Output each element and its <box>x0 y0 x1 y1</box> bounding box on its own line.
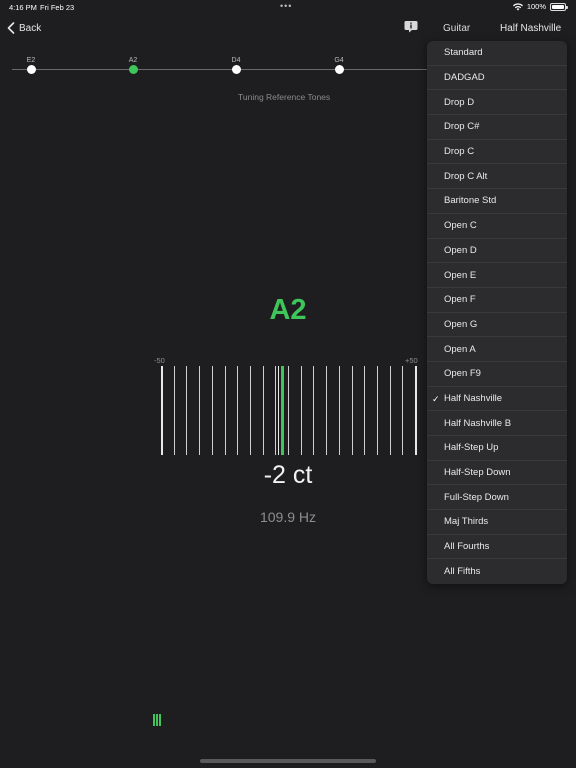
string-label-g4: G4 <box>334 57 344 64</box>
tuning-option-label: Half-Step Up <box>444 442 499 454</box>
meter-tick <box>199 366 201 455</box>
tuning-option[interactable]: Drop C <box>427 140 567 165</box>
meter-tick <box>351 366 353 455</box>
meter-tick <box>338 366 340 455</box>
meter-tick <box>211 366 213 455</box>
tuning-option-label: Full-Step Down <box>444 491 509 503</box>
tuning-option[interactable]: Open A <box>427 337 567 362</box>
tuning-option[interactable]: Open E <box>427 263 567 288</box>
tuning-option-label: Open G <box>444 318 478 330</box>
tuning-option-label: Standard <box>444 47 483 59</box>
reference-tones-label[interactable]: Tuning Reference Tones <box>238 92 330 102</box>
string-node-d4[interactable] <box>231 65 241 74</box>
meter-tick <box>275 366 277 455</box>
meter-tick <box>237 366 239 455</box>
meter-tick <box>326 366 328 455</box>
tuning-option-label: Drop C Alt <box>444 170 488 182</box>
tuning-option[interactable]: Standard <box>427 41 567 66</box>
meter-tick <box>173 366 175 455</box>
tuning-option-label: All Fourths <box>444 541 490 553</box>
tuning-option[interactable]: Drop C# <box>427 115 567 140</box>
tuning-option-label: Open A <box>444 343 476 355</box>
tuning-option[interactable]: Open G <box>427 313 567 338</box>
tuning-option[interactable]: Baritone Std <box>427 189 567 214</box>
string-label-a2: A2 <box>128 57 138 64</box>
tuning-option[interactable]: Half Nashville B <box>427 411 567 436</box>
meter-tick <box>313 366 315 455</box>
tuning-option-label: All Fifths <box>444 566 481 578</box>
meter-tick <box>288 366 289 455</box>
string-node-a2[interactable] <box>128 65 138 74</box>
tuning-option[interactable]: Maj Thirds <box>427 510 567 535</box>
tuning-option[interactable]: Open C <box>427 214 567 239</box>
wifi-icon <box>512 2 523 10</box>
tuning-option[interactable]: All Fifths <box>427 559 567 584</box>
tuning-option[interactable]: Open F9 <box>427 362 567 387</box>
string-label-d4: D4 <box>231 57 241 64</box>
tuning-option-label: Drop C# <box>444 121 480 133</box>
battery-percent: 100% <box>526 2 546 11</box>
info-icon[interactable] <box>404 20 418 33</box>
status-time: 4:16 PM <box>9 3 37 12</box>
tuning-option[interactable]: ✓ Half Nashville <box>427 387 567 412</box>
status-bar: 4:16 PM Fri Feb 23 ••• 100% <box>0 0 576 14</box>
tuning-option[interactable]: Drop D <box>427 90 567 116</box>
checkmark-icon: ✓ <box>432 393 440 404</box>
instrument-button[interactable]: Guitar <box>443 23 470 34</box>
tuning-option-label: Drop C <box>444 146 475 158</box>
meter-tick <box>224 366 226 455</box>
meter-max-label: +50 <box>405 356 418 365</box>
tuning-option-label: DADGAD <box>444 72 485 84</box>
string-node-e2[interactable] <box>26 65 36 74</box>
meter-tick <box>402 366 404 455</box>
meter-tick <box>376 366 378 455</box>
meter-tick <box>389 366 391 455</box>
meter-needle <box>281 366 285 455</box>
battery-icon <box>550 2 568 11</box>
string-node-g4[interactable] <box>334 65 344 74</box>
meter-tick <box>161 366 163 455</box>
chevron-left-icon <box>7 22 15 34</box>
tuning-option-label: Open F <box>444 294 476 306</box>
tuning-option-label: Half Nashville B <box>444 417 512 429</box>
string-label-e2: E2 <box>26 57 36 64</box>
tuning-option-label: Open D <box>444 244 477 256</box>
meter-min-label: -50 <box>154 356 165 365</box>
tuning-option[interactable]: Open F <box>427 288 567 313</box>
meter-needle-shadow <box>278 366 280 455</box>
home-indicator[interactable] <box>200 759 376 763</box>
meter-tick <box>249 366 251 455</box>
tuning-option[interactable]: Drop C Alt <box>427 164 567 190</box>
tuning-option-label: Half-Step Down <box>444 467 511 479</box>
tuning-option-label: Open F9 <box>444 368 481 380</box>
tuning-option-label: Open E <box>444 269 477 281</box>
tuning-option[interactable]: Open D <box>427 239 567 264</box>
tuning-option[interactable]: DADGAD <box>427 66 567 91</box>
tuning-option[interactable]: Half-Step Up <box>427 436 567 461</box>
meter-tick <box>415 366 417 455</box>
status-date: Fri Feb 23 <box>40 3 75 12</box>
tuning-option-label: Open C <box>444 220 477 232</box>
multitasking-dots[interactable]: ••• <box>280 1 292 11</box>
tuning-option-label: Half Nashville <box>444 392 503 404</box>
input-level-icon <box>153 714 163 726</box>
tuning-selector-button[interactable]: Half Nashville <box>500 23 561 34</box>
meter-tick <box>262 366 264 455</box>
tuning-option-label: Baritone Std <box>444 195 497 207</box>
meter-tick <box>300 366 302 455</box>
tuning-option[interactable]: Half-Step Down <box>427 461 567 486</box>
tuning-option[interactable]: All Fourths <box>427 535 567 560</box>
string-selector-track <box>12 69 432 70</box>
status-right: 100% <box>512 2 568 11</box>
tuning-option-label: Drop D <box>444 96 475 108</box>
back-button[interactable]: Back <box>7 20 41 36</box>
meter-tick <box>186 366 188 455</box>
tuning-dropdown-menu: Standard DADGAD Drop D Drop C# Drop C Drop C … <box>427 41 567 584</box>
tuning-meter <box>161 366 417 456</box>
meter-tick <box>364 366 366 455</box>
tuning-option[interactable]: Full-Step Down <box>427 485 567 511</box>
back-label: Back <box>19 22 42 34</box>
tuning-option-label: Maj Thirds <box>444 516 489 528</box>
